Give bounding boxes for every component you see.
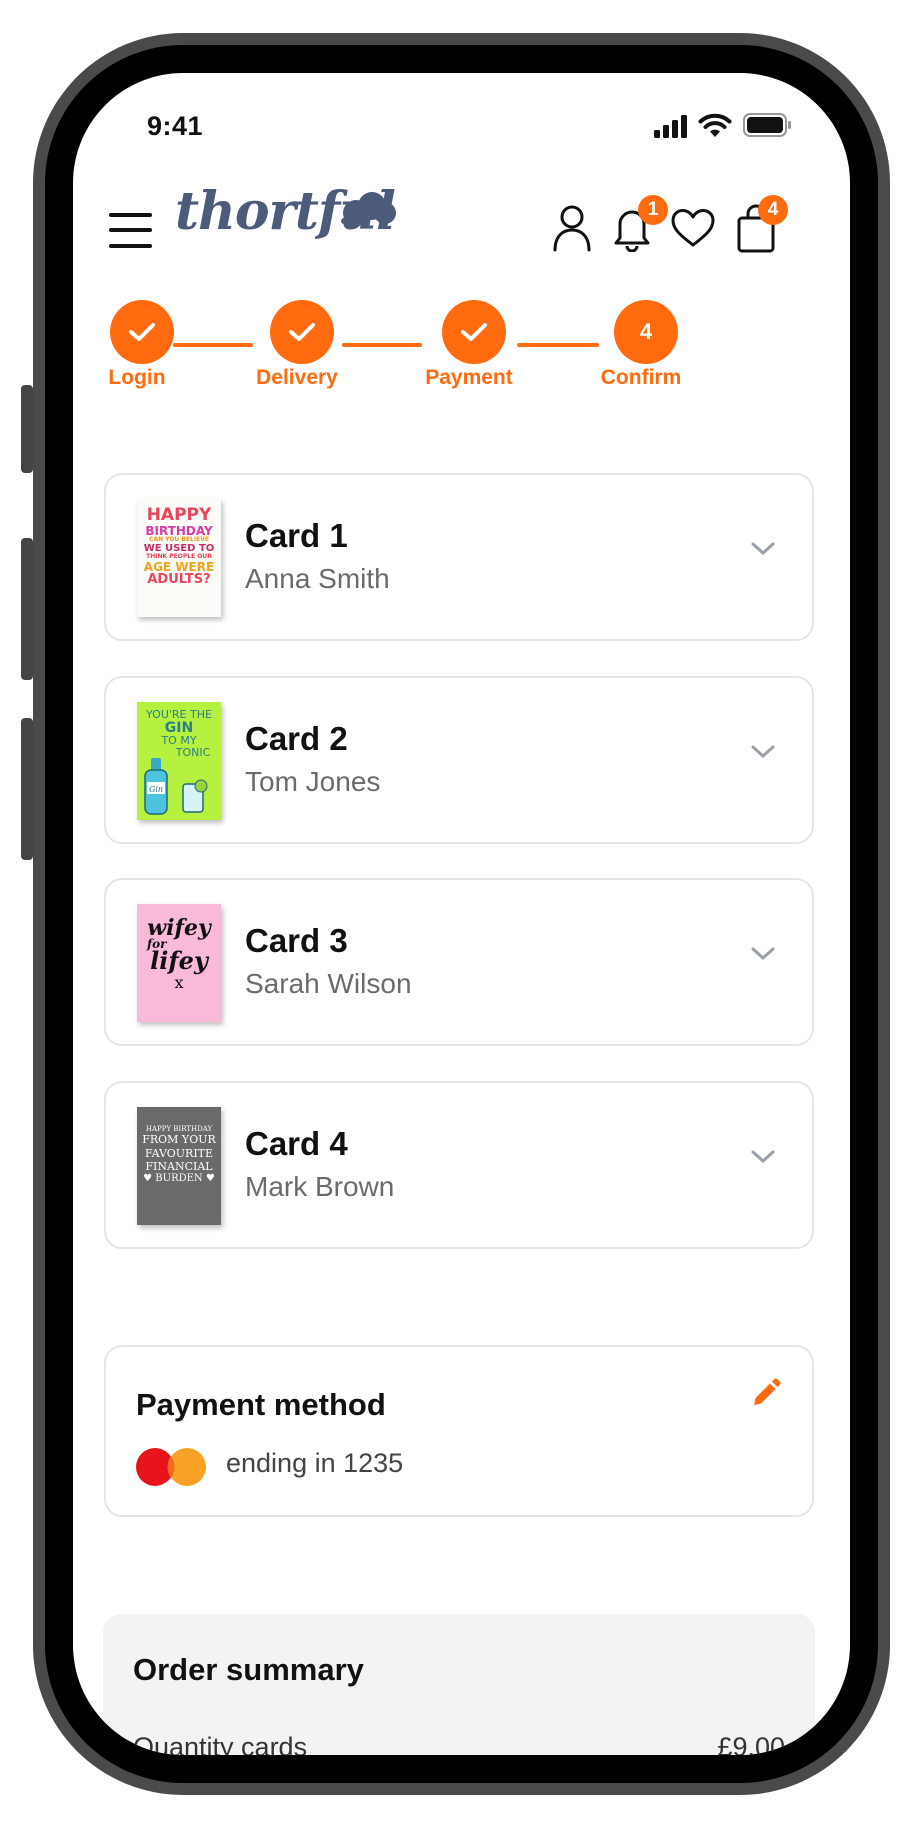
- chevron-down-icon[interactable]: [750, 541, 776, 557]
- step-label-login: Login: [108, 366, 166, 389]
- card-art-text: YOU'RE THE: [146, 708, 212, 721]
- card-art-text: ADULTS?: [147, 572, 211, 588]
- card-title: Card 1: [245, 517, 348, 554]
- step-login-circle[interactable]: [110, 300, 174, 364]
- chevron-down-icon[interactable]: [750, 744, 776, 760]
- step-connector: [342, 343, 422, 347]
- order-summary-panel: Order summary Quantity cards £9.00: [103, 1614, 815, 1755]
- card-item-2[interactable]: YOU'RE THE GIN TO MY TONIC Gin Card 2 To…: [104, 676, 814, 844]
- wishlist-heart-icon[interactable]: [670, 208, 716, 248]
- checkmark-icon: [289, 323, 315, 341]
- checkmark-icon: [461, 323, 487, 341]
- cellular-signal-icon: [654, 115, 687, 138]
- card-art-text: FROM YOUR: [142, 1133, 216, 1147]
- card-item-3[interactable]: wifey for lifey x Card 3 Sarah Wilson: [104, 878, 814, 1046]
- card-thumbnail: YOU'RE THE GIN TO MY TONIC Gin: [137, 702, 221, 820]
- card-recipient: Tom Jones: [245, 766, 381, 797]
- mute-switch: [21, 385, 33, 473]
- volume-up-button: [21, 538, 33, 680]
- card-art-text: HAPPY BIRTHDAY: [145, 1125, 213, 1133]
- card-art-text: x: [174, 973, 184, 993]
- card-art-text: HAPPY: [146, 505, 212, 525]
- chevron-down-icon[interactable]: [750, 1149, 776, 1165]
- card-title: Card 2: [245, 720, 348, 757]
- status-time: 9:41: [147, 111, 204, 141]
- step-label-payment: Payment: [425, 366, 513, 389]
- bottle-label: Gin: [149, 785, 163, 794]
- card-art-text: lifey: [150, 946, 208, 976]
- battery-icon: [743, 113, 791, 137]
- summary-row-label: Quantity cards: [133, 1732, 308, 1755]
- card-title: Card 4: [245, 1125, 348, 1162]
- step-label-confirm: Confirm: [600, 366, 682, 389]
- edit-pencil-icon[interactable]: [750, 1377, 782, 1409]
- basket-badge: 4: [758, 195, 788, 225]
- card-art-text: GIN: [164, 719, 194, 736]
- logo-cloud-icon: [341, 192, 396, 226]
- screen: 9:41 thortful 1 4 4 Login Delivery Payme…: [73, 73, 850, 1755]
- step-connector: [173, 343, 253, 347]
- volume-down-button: [21, 718, 33, 860]
- gin-bottle-illustration: Gin: [144, 758, 208, 815]
- card-thumbnail: HAPPY BIRTHDAY CAN YOU BELIEVE WE USED T…: [137, 499, 221, 617]
- card-art-text: ♥ BURDEN ♥: [143, 1172, 215, 1184]
- chevron-down-icon[interactable]: [750, 946, 776, 962]
- step-connector: [517, 343, 599, 347]
- card-thumbnail: wifey for lifey x: [137, 904, 221, 1022]
- card-title: Card 3: [245, 922, 348, 959]
- step-label-delivery: Delivery: [256, 366, 338, 389]
- card-item-4[interactable]: HAPPY BIRTHDAY FROM YOUR FAVOURITE FINAN…: [104, 1081, 814, 1249]
- card-recipient: Sarah Wilson: [245, 968, 412, 999]
- card-recipient: Anna Smith: [245, 563, 390, 594]
- notifications-badge: 1: [638, 195, 668, 225]
- payment-card-ending: ending in 1235: [226, 1448, 404, 1478]
- mastercard-icon: [136, 1448, 206, 1486]
- step-delivery-circle[interactable]: [270, 300, 334, 364]
- card-thumbnail: HAPPY BIRTHDAY FROM YOUR FAVOURITE FINAN…: [137, 1107, 221, 1225]
- step-confirm-circle: 4: [614, 300, 678, 364]
- card-recipient: Mark Brown: [245, 1171, 395, 1202]
- card-art-text: wifey: [147, 915, 211, 941]
- payment-method-title: Payment method: [136, 1387, 386, 1422]
- account-icon[interactable]: [552, 204, 592, 252]
- step-payment-circle[interactable]: [442, 300, 506, 364]
- order-summary-title: Order summary: [133, 1652, 364, 1687]
- wifi-icon: [698, 113, 732, 137]
- card-item-1[interactable]: HAPPY BIRTHDAY CAN YOU BELIEVE WE USED T…: [104, 473, 814, 641]
- payment-method-panel: Payment method ending in 1235: [104, 1345, 814, 1517]
- summary-row-value: £9.00: [717, 1732, 785, 1755]
- card-art-text: FINANCIAL: [145, 1159, 213, 1173]
- checkmark-icon: [129, 323, 155, 341]
- card-art-text: FAVOURITE: [144, 1146, 214, 1160]
- menu-button[interactable]: [109, 213, 152, 251]
